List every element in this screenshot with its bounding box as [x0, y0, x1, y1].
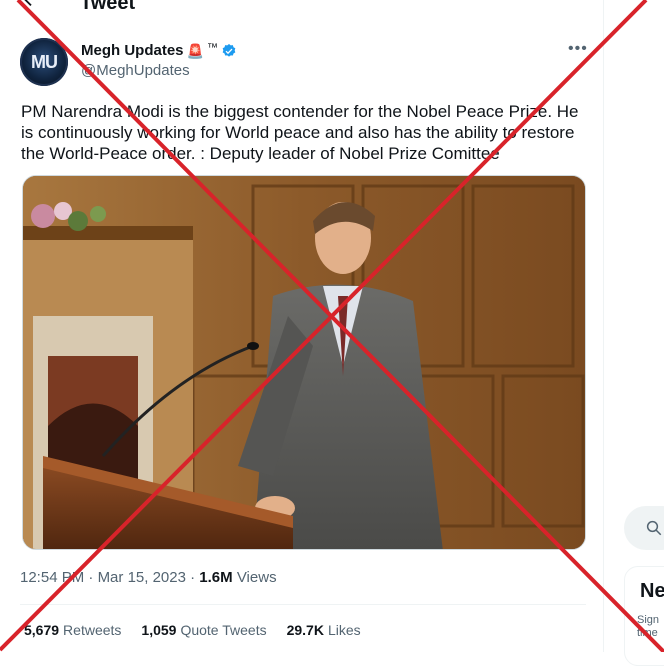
search-icon[interactable]: [645, 519, 663, 537]
news-heading: Ne: [640, 580, 664, 602]
author-name[interactable]: Megh Updates 🚨 ™: [81, 42, 237, 60]
news-subtext: Sign time: [637, 614, 660, 639]
siren-emoji-icon: 🚨: [186, 43, 204, 59]
meta-separator: ·: [88, 569, 94, 586]
views-label: Views: [236, 569, 277, 586]
divider: [20, 604, 586, 605]
retweets-count: 5,679: [24, 622, 60, 638]
quote-tweets-label: Quote Tweets: [180, 622, 267, 638]
photo-illustration: [23, 176, 585, 549]
views-count: 1.6M: [199, 569, 233, 586]
meta-separator: ·: [190, 569, 196, 586]
verified-badge-icon: [222, 44, 236, 57]
tweet-text: PM Narendra Modi is the biggest contende…: [21, 102, 579, 163]
top-bar: Tweet: [0, 0, 604, 20]
avatar-initials: MU: [31, 51, 58, 72]
retweets-label: Retweets: [63, 622, 122, 638]
likes-label: Likes: [327, 622, 361, 638]
retweets-stat[interactable]: 5,679 Retweets: [24, 621, 121, 639]
more-options-icon[interactable]: •••: [568, 40, 588, 58]
tweet-time[interactable]: 12:54 PM: [20, 569, 84, 586]
trademark-mark: ™: [206, 42, 218, 54]
likes-count: 29.7K: [286, 622, 324, 638]
author-name-text: Megh Updates: [81, 42, 184, 59]
tweet-date[interactable]: Mar 15, 2023: [98, 569, 186, 586]
author-handle[interactable]: @MeghUpdates: [81, 62, 190, 80]
main-column: Tweet MU Megh Updates 🚨 ™ @MeghUpdates •…: [0, 0, 604, 652]
tweet-photo[interactable]: [22, 175, 586, 550]
tweet-meta: 12:54 PM · Mar 15, 2023 · 1.6M Views: [20, 568, 277, 588]
page-title: Tweet: [80, 0, 136, 14]
avatar[interactable]: MU: [20, 38, 68, 86]
quote-tweets-stat[interactable]: 1,059 Quote Tweets: [141, 621, 266, 639]
quote-tweets-count: 1,059: [141, 622, 177, 638]
back-arrow-icon[interactable]: [20, 0, 42, 10]
engagement-stats: 5,679 Retweets 1,059 Quote Tweets 29.7K Lik…: [24, 621, 361, 639]
likes-stat[interactable]: 29.7K Likes: [287, 621, 361, 639]
